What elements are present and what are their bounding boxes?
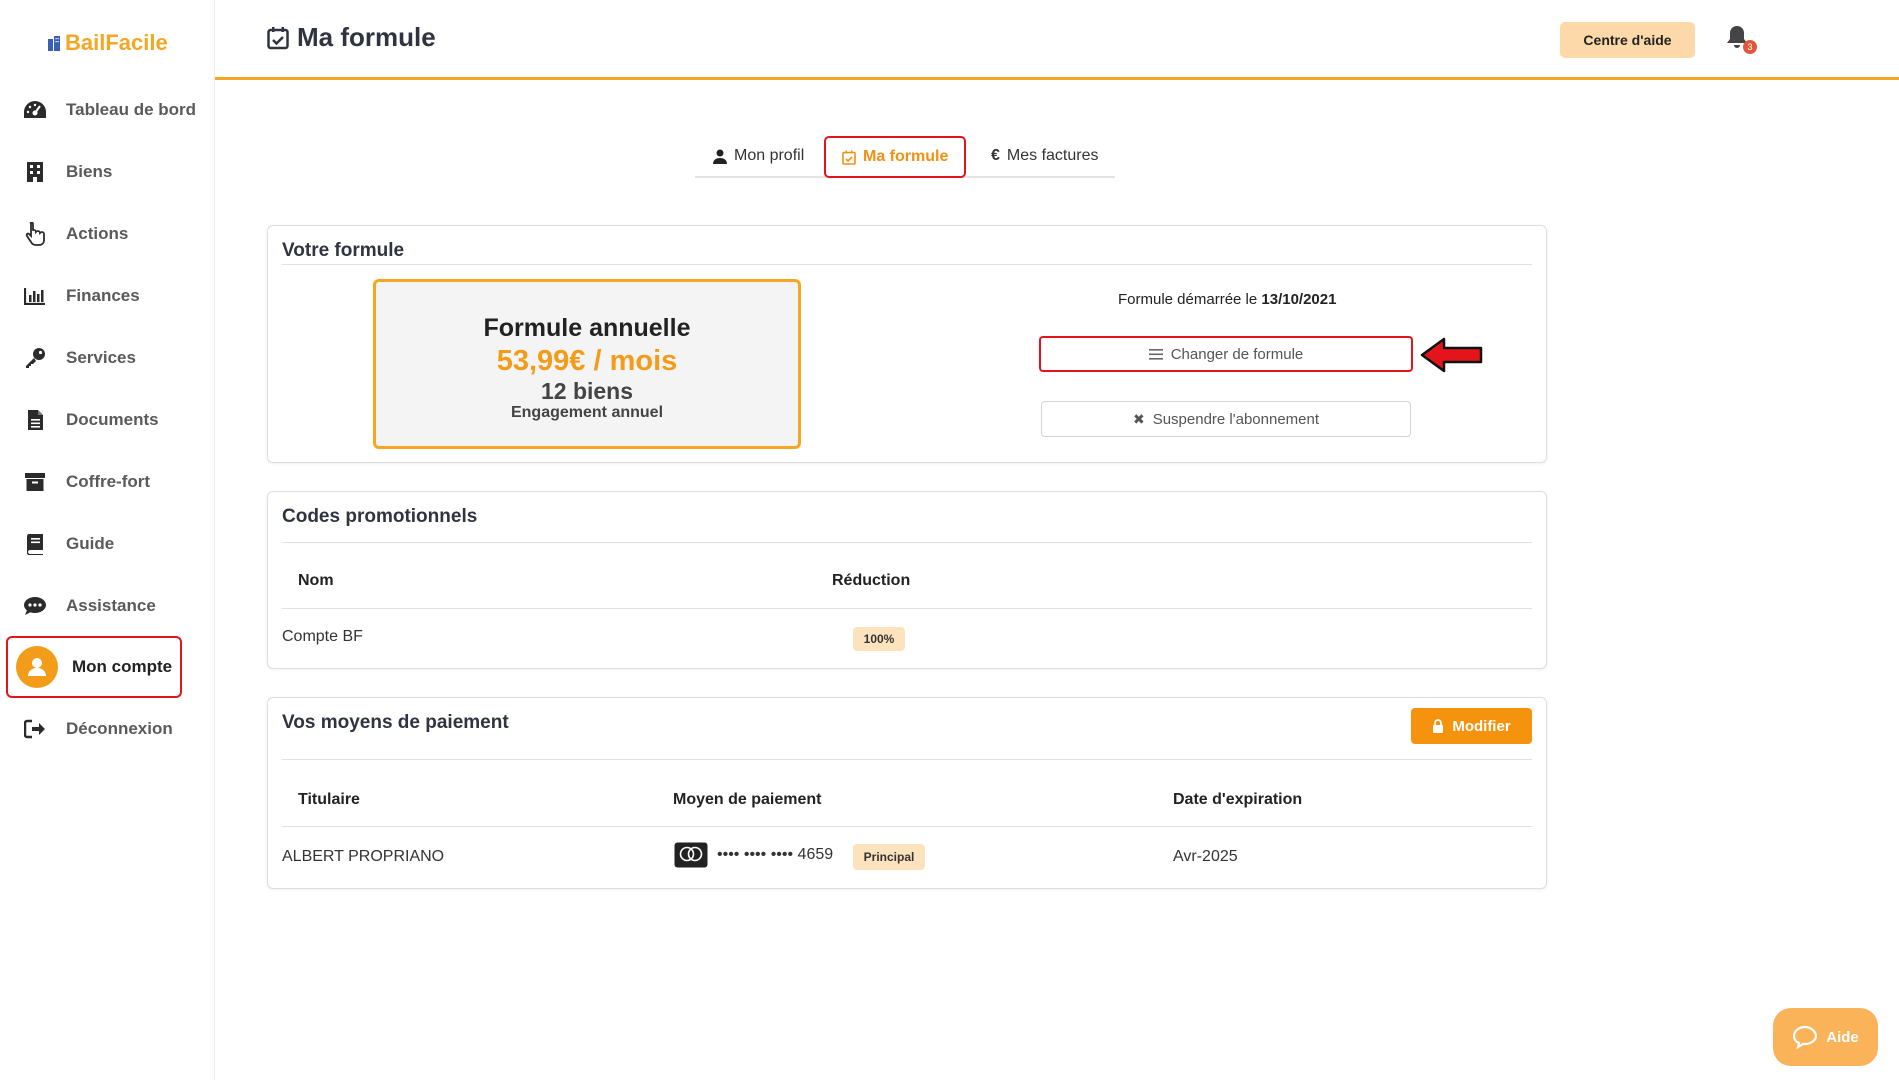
card-holder: ALBERT PROPRIANO [282, 848, 445, 865]
divider [282, 542, 1532, 543]
user-icon [713, 149, 727, 164]
change-plan-button[interactable]: Changer de formule [1039, 336, 1413, 372]
sidebar-item-label: Assistance [66, 596, 156, 615]
sidebar-item-services[interactable]: Services [22, 338, 212, 378]
notifications-button[interactable]: 3 [1725, 24, 1757, 54]
modify-label: Modifier [1452, 717, 1511, 735]
principal-badge: Principal [853, 844, 925, 870]
floating-help-label: Aide [1826, 1028, 1859, 1046]
suspend-label: Suspendre l'abonnement [1152, 410, 1320, 428]
plan-summary-box: Formule annuelle 53,99€ / mois 12 biens … [373, 279, 801, 449]
pointer-hand-icon [22, 221, 48, 247]
sidebar-item-label: Coffre-fort [66, 472, 151, 491]
column-header-expiry: Date d'expiration [1173, 791, 1303, 808]
logo[interactable]: BailFacile [46, 30, 168, 56]
help-center-button[interactable]: Centre d'aide [1560, 22, 1695, 58]
divider [282, 608, 1532, 609]
sidebar-item-biens[interactable]: Biens [22, 152, 212, 192]
red-arrow-annotation-icon [1420, 337, 1483, 373]
tab-ma-formule[interactable]: Ma formule [824, 136, 967, 178]
sidebar-item-label: Services [66, 348, 136, 367]
close-icon: ✖ [1132, 410, 1145, 427]
tab-label: Ma formule [863, 148, 949, 165]
sidebar-item-label: Déconnexion [66, 719, 173, 738]
chat-bubble-icon [1793, 1025, 1818, 1049]
plan-name: Formule annuelle [483, 314, 691, 342]
plan-properties-count: 12 biens [540, 378, 634, 404]
promo-codes-card: Codes promotionnels Nom Réduction Compte… [267, 491, 1547, 669]
tab-label: Mon profil [734, 147, 805, 164]
sidebar-item-label: Documents [66, 410, 159, 429]
start-date-value: 13/10/2021 [1261, 291, 1337, 308]
logout-icon [22, 716, 48, 742]
page-title-text: Ma formule [297, 22, 436, 52]
sidebar-item-label: Actions [66, 224, 129, 243]
column-header-method: Moyen de paiement [673, 791, 822, 808]
sidebar-item-documents[interactable]: Documents [22, 400, 212, 440]
column-header-holder: Titulaire [298, 791, 360, 808]
sidebar-item-mon-compte[interactable]: Mon compte [6, 636, 182, 698]
app-root: BailFacile Tableau de bord Biens Actions… [0, 0, 1899, 1080]
lock-icon [1433, 719, 1444, 733]
user-avatar-icon [16, 646, 58, 688]
document-icon [22, 407, 48, 433]
mastercard-icon [674, 842, 708, 868]
suspend-subscription-button[interactable]: ✖ Suspendre l'abonnement [1041, 401, 1411, 437]
sidebar-item-label: Mon compte [72, 657, 173, 676]
tab-mon-profil[interactable]: Mon profil [713, 136, 804, 176]
divider [282, 759, 1532, 760]
sidebar-item-finances[interactable]: Finances [22, 276, 212, 316]
building-icon [22, 159, 48, 185]
notification-badge: 3 [1743, 40, 1757, 54]
column-header-name: Nom [298, 572, 334, 589]
logo-text: BailFacile [65, 30, 168, 55]
tab-mes-factures[interactable]: € Mes factures [991, 136, 1099, 176]
sidebar-item-deconnexion[interactable]: Déconnexion [22, 709, 212, 749]
divider [282, 264, 1532, 265]
page-title: Ma formule [267, 22, 436, 53]
sidebar-item-actions[interactable]: Actions [22, 214, 212, 254]
divider [282, 826, 1532, 827]
modify-payment-button[interactable]: Modifier [1411, 708, 1532, 744]
plan-price: 53,99€ / mois [496, 345, 678, 377]
plan-start-date: Formule démarrée le 13/10/2021 [1118, 291, 1336, 308]
chat-icon [22, 593, 48, 619]
plan-card: Votre formule Formule annuelle 53,99€ / … [267, 225, 1547, 463]
tab-label: Mes factures [1006, 147, 1099, 164]
key-icon [22, 345, 48, 371]
sidebar: BailFacile Tableau de bord Biens Actions… [0, 0, 215, 1080]
payment-methods-card: Vos moyens de paiement Modifier Titulair… [267, 697, 1547, 889]
card-expiry: Avr-2025 [1173, 848, 1238, 865]
book-icon [22, 531, 48, 557]
column-header-reduction: Réduction [832, 572, 911, 589]
building-logo-icon [48, 36, 60, 51]
plan-section-title: Votre formule [282, 240, 405, 261]
account-tabs: Mon profil Ma formule € Mes factures [695, 136, 1115, 178]
card-number: •••• •••• •••• 4659 [717, 846, 834, 863]
sidebar-item-label: Tableau de bord [66, 100, 197, 119]
bar-chart-icon [22, 283, 48, 309]
promo-code-name: Compte BF [282, 628, 363, 645]
sidebar-item-label: Biens [66, 162, 113, 181]
plan-engagement: Engagement annuel [510, 404, 664, 421]
archive-icon [22, 469, 48, 495]
floating-help-button[interactable]: Aide [1773, 1008, 1878, 1066]
sidebar-item-guide[interactable]: Guide [22, 524, 212, 564]
calendar-check-icon [267, 26, 289, 49]
euro-icon: € [991, 147, 1000, 164]
sidebar-item-assistance[interactable]: Assistance [22, 586, 212, 626]
top-header: Ma formule Centre d'aide 3 [215, 0, 1899, 80]
dashboard-icon [22, 97, 48, 123]
change-plan-label: Changer de formule [1170, 345, 1304, 363]
calendar-check-icon [842, 150, 856, 165]
reduction-badge: 100% [853, 627, 905, 651]
sidebar-item-dashboard[interactable]: Tableau de bord [22, 90, 212, 130]
menu-lines-icon [1148, 348, 1163, 360]
sidebar-item-label: Guide [66, 534, 115, 553]
start-date-prefix: Formule démarrée le [1118, 291, 1258, 308]
sidebar-item-label: Finances [66, 286, 140, 305]
payment-section-title: Vos moyens de paiement [282, 712, 509, 733]
promo-section-title: Codes promotionnels [282, 506, 478, 527]
sidebar-item-coffre-fort[interactable]: Coffre-fort [22, 462, 212, 502]
